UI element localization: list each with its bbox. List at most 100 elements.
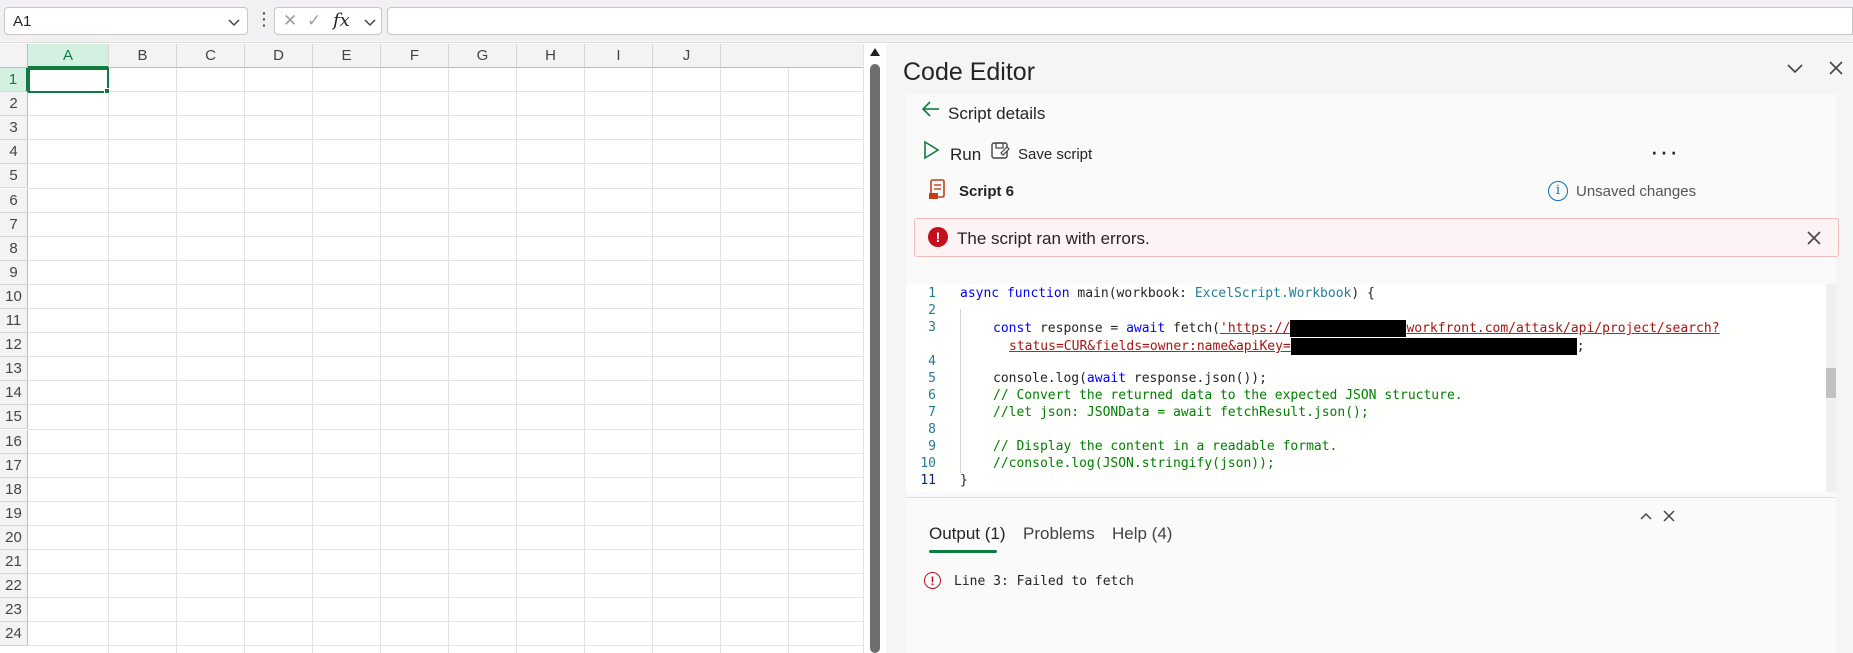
row-gridline bbox=[28, 549, 863, 550]
code-line-3-wrap: status=CUR&fields=owner:name&apiKey=; bbox=[1009, 338, 1585, 355]
row-gridline bbox=[28, 356, 863, 358]
row-header-1[interactable]: 1 bbox=[0, 68, 28, 92]
row-header-23[interactable]: 23 bbox=[0, 598, 28, 623]
chevron-down-icon[interactable] bbox=[363, 12, 377, 32]
column-header-f[interactable]: F bbox=[381, 44, 449, 68]
redacted-block bbox=[1290, 320, 1407, 337]
row-header-9[interactable]: 9 bbox=[0, 260, 28, 285]
scrollbar-thumb[interactable] bbox=[1826, 368, 1836, 398]
play-icon[interactable] bbox=[922, 140, 940, 160]
column-header-i[interactable]: I bbox=[585, 44, 653, 68]
row-gridline bbox=[28, 428, 863, 430]
fill-handle[interactable] bbox=[104, 88, 110, 94]
row-header-18[interactable]: 18 bbox=[0, 477, 28, 502]
row-header-11[interactable]: 11 bbox=[0, 309, 28, 333]
column-gridline bbox=[584, 68, 585, 653]
more-options-icon[interactable]: ⋮ bbox=[255, 8, 273, 34]
row-gridline bbox=[28, 645, 863, 647]
script-details-link[interactable]: Script details bbox=[948, 104, 1045, 124]
column-gridline bbox=[176, 68, 177, 653]
row-header-24[interactable]: 24 bbox=[0, 622, 28, 647]
close-icon[interactable] bbox=[1661, 508, 1677, 524]
code-line-1: async function main(workbook: ExcelScrip… bbox=[960, 286, 1375, 301]
scroll-up-icon[interactable] bbox=[869, 47, 881, 57]
row-header-5[interactable]: 5 bbox=[0, 164, 28, 189]
redacted-block bbox=[1290, 338, 1577, 355]
row-header-20[interactable]: 20 bbox=[0, 525, 28, 550]
line-number: 1 bbox=[928, 286, 936, 301]
column-header-e[interactable]: E bbox=[313, 44, 381, 68]
row-header-17[interactable]: 17 bbox=[0, 453, 28, 478]
save-script-button[interactable]: Save script bbox=[1018, 146, 1092, 163]
line-number: 11 bbox=[920, 473, 936, 488]
column-header-b[interactable]: B bbox=[109, 44, 177, 68]
row-header-6[interactable]: 6 bbox=[0, 188, 28, 213]
row-header-2[interactable]: 2 bbox=[0, 92, 28, 117]
active-tab-indicator bbox=[929, 550, 997, 553]
cancel-icon[interactable]: ✕ bbox=[283, 11, 297, 31]
select-all-corner[interactable] bbox=[0, 44, 28, 68]
name-box[interactable]: A1 bbox=[4, 7, 248, 35]
column-header-c[interactable]: C bbox=[177, 44, 245, 68]
more-options-icon[interactable]: ··· bbox=[1650, 136, 1679, 167]
chevron-down-icon[interactable] bbox=[1785, 58, 1805, 78]
output-error-message: Line 3: Failed to fetch bbox=[954, 574, 1135, 589]
chevron-down-icon[interactable] bbox=[227, 12, 241, 32]
close-icon[interactable] bbox=[1826, 58, 1846, 78]
insert-function-icon[interactable]: fx bbox=[333, 10, 350, 31]
column-header-j[interactable]: J bbox=[653, 44, 721, 68]
row-header-16[interactable]: 16 bbox=[0, 429, 28, 454]
chevron-up-icon[interactable] bbox=[1638, 508, 1654, 524]
row-header-3[interactable]: 3 bbox=[0, 116, 28, 141]
row-header-14[interactable]: 14 bbox=[0, 381, 28, 406]
scrollbar-thumb[interactable] bbox=[870, 64, 880, 653]
row-header-21[interactable]: 21 bbox=[0, 550, 28, 574]
code-scrollbar[interactable] bbox=[1826, 284, 1836, 492]
column-header-g[interactable]: G bbox=[449, 44, 517, 68]
unsaved-status: Unsaved changes bbox=[1576, 183, 1697, 200]
back-arrow-icon[interactable] bbox=[920, 98, 942, 120]
tab-problems[interactable]: Problems bbox=[1023, 524, 1095, 544]
column-header-h[interactable]: H bbox=[517, 44, 585, 68]
vertical-scrollbar[interactable] bbox=[863, 44, 885, 653]
info-icon: i bbox=[1548, 181, 1568, 201]
row-header-12[interactable]: 12 bbox=[0, 333, 28, 358]
column-header-a[interactable]: A bbox=[28, 44, 109, 68]
code-editor[interactable]: 1 2 3 4 5 6 7 8 9 10 11 async function main(workbo… bbox=[906, 284, 1836, 492]
row-gridline bbox=[28, 91, 863, 93]
active-cell[interactable] bbox=[28, 68, 109, 93]
name-box-value: A1 bbox=[13, 13, 32, 30]
row-gridline bbox=[28, 476, 863, 478]
row-gridline bbox=[28, 283, 863, 285]
row-gridline bbox=[28, 621, 863, 623]
line-number: 9 bbox=[928, 439, 936, 454]
enter-icon[interactable]: ✓ bbox=[307, 11, 321, 31]
row-header-7[interactable]: 7 bbox=[0, 212, 28, 237]
row-header-4[interactable]: 4 bbox=[0, 140, 28, 165]
formula-input[interactable] bbox=[387, 7, 1853, 35]
row-header-15[interactable]: 15 bbox=[0, 405, 28, 430]
code-editor-pane: Code Editor Script details Run Save scri… bbox=[886, 44, 1853, 653]
row-gridline bbox=[28, 187, 863, 189]
row-header-22[interactable]: 22 bbox=[0, 574, 28, 599]
column-gridline bbox=[312, 68, 313, 653]
row-header-8[interactable]: 8 bbox=[0, 236, 28, 261]
error-icon: ! bbox=[928, 227, 948, 247]
code-line-10: //console.log(JSON.stringify(json)); bbox=[993, 456, 1275, 471]
row-gridline bbox=[28, 597, 863, 599]
code-line-9: // Display the content in a readable for… bbox=[993, 439, 1338, 454]
line-number: 6 bbox=[928, 388, 936, 403]
row-header-10[interactable]: 10 bbox=[0, 284, 28, 309]
column-header-d[interactable]: D bbox=[245, 44, 313, 68]
row-header-19[interactable]: 19 bbox=[0, 501, 28, 526]
save-icon[interactable] bbox=[990, 141, 1010, 161]
spreadsheet-grid[interactable]: ABCDEFGHIJ 1 2 3 4 5 6 7 8 9 10 11 12 13 14 15 16 17 18 19… bbox=[0, 44, 863, 653]
row-header-13[interactable]: 13 bbox=[0, 357, 28, 382]
line-number: 4 bbox=[928, 354, 936, 369]
close-icon[interactable] bbox=[1803, 227, 1825, 249]
row-gridline bbox=[28, 211, 863, 213]
run-button[interactable]: Run bbox=[950, 145, 981, 165]
tab-help[interactable]: Help (4) bbox=[1112, 524, 1172, 544]
tab-output[interactable]: Output (1) bbox=[929, 524, 1006, 544]
line-number: 5 bbox=[928, 371, 936, 386]
